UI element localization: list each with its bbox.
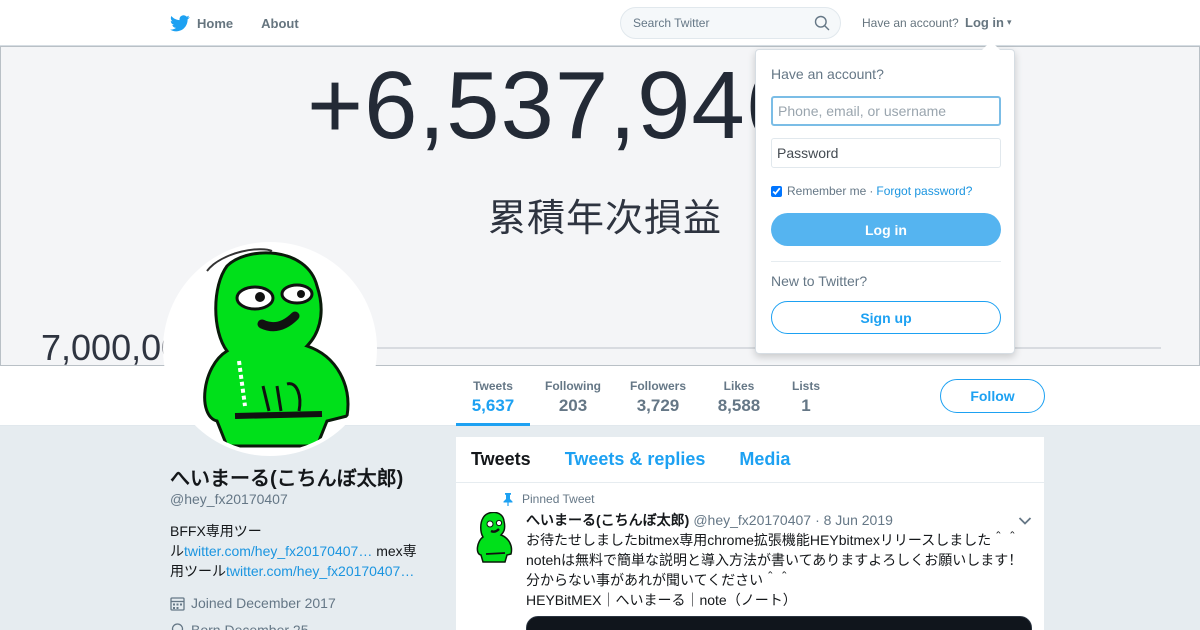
bio-link[interactable]: twitter.com/hey_fx20170407… bbox=[226, 563, 414, 579]
login-dropdown: Have an account? Remember me · Forgot pa… bbox=[755, 41, 1015, 354]
bio-text: BFFX専用ツー bbox=[170, 523, 262, 539]
green-character-avatar-image bbox=[167, 246, 373, 452]
remember-me-label[interactable]: Remember me bbox=[787, 184, 866, 198]
profile-handle[interactable]: @hey_fx20170407 bbox=[170, 491, 288, 507]
profile-avatar[interactable] bbox=[163, 242, 377, 456]
chevron-down-icon[interactable] bbox=[1018, 513, 1032, 531]
login-link-label: Log in bbox=[965, 15, 1004, 30]
password-input[interactable] bbox=[771, 138, 1001, 168]
search-box[interactable] bbox=[620, 7, 841, 39]
have-account-text: Have an account? bbox=[862, 16, 959, 30]
tweet-text: お待たせしましたbitmex専用chrome拡張機能HEYbitmexリリースし… bbox=[526, 530, 1029, 610]
stat-value: 203 bbox=[558, 396, 588, 415]
stat-label: Followers bbox=[629, 379, 686, 393]
caret-down-icon: ▾ bbox=[1007, 17, 1012, 27]
balloon-icon bbox=[171, 622, 184, 630]
pinned-text: Pinned Tweet bbox=[522, 492, 595, 506]
stat-value: 3,729 bbox=[636, 396, 680, 415]
forgot-password-link[interactable]: Forgot password? bbox=[876, 184, 972, 198]
tweet-line: notehは無料で簡単な説明と導入方法が書いてありますよろしくお願いします！ bbox=[526, 552, 1023, 568]
banner-axis-value: 7,000,00 bbox=[41, 327, 182, 366]
tweet-avatar[interactable] bbox=[471, 511, 515, 564]
stat-value: 8,588 bbox=[717, 396, 761, 415]
profile-display-name: へいまーる(こちんぼ太郎) bbox=[170, 468, 404, 490]
stat-value: 5,637 bbox=[471, 396, 515, 415]
stat-tweets[interactable]: Tweets 5,637 bbox=[456, 366, 530, 426]
top-navigation-bar: Home About Have an account? Log in ▾ bbox=[0, 0, 1200, 46]
login-dropdown-toggle[interactable]: Log in ▾ bbox=[965, 15, 1012, 30]
pinned-label: Pinned Tweet bbox=[503, 492, 595, 506]
bio-text: 用ツール bbox=[170, 563, 226, 579]
divider bbox=[771, 261, 1001, 262]
new-to-twitter-text: New to Twitter? bbox=[771, 273, 868, 289]
signup-button[interactable]: Sign up bbox=[771, 301, 1001, 334]
tab-media[interactable]: Media bbox=[739, 449, 790, 470]
separator: · bbox=[869, 184, 874, 198]
tweet-line: お待たせしましたbitmex専用chrome拡張機能HEYbitmexリリースし… bbox=[526, 532, 1020, 548]
search-input[interactable] bbox=[633, 16, 803, 30]
stat-label: Tweets bbox=[473, 379, 513, 393]
stat-label: Likes bbox=[723, 379, 755, 393]
tab-tweets-and-replies[interactable]: Tweets & replies bbox=[565, 449, 706, 470]
tweet-header: へいまーる(こちんぼ太郎) @hey_fx20170407 · 8 Jun 20… bbox=[526, 510, 1029, 530]
tweet-date[interactable]: · 8 Jun 2019 bbox=[815, 512, 893, 528]
username-input[interactable] bbox=[771, 96, 1001, 126]
born-text: Born December 25 bbox=[191, 622, 309, 630]
joined-text: Joined December 2017 bbox=[191, 595, 336, 611]
search-icon[interactable] bbox=[814, 15, 830, 31]
follow-button[interactable]: Follow bbox=[940, 379, 1045, 413]
nav-about[interactable]: About bbox=[261, 16, 299, 31]
calendar-icon bbox=[170, 596, 185, 611]
stat-followers[interactable]: Followers 3,729 bbox=[626, 366, 690, 426]
bio-text: ル bbox=[170, 543, 184, 559]
pin-icon bbox=[503, 492, 513, 506]
banner-subtitle: 累積年次損益 bbox=[488, 198, 723, 240]
stat-lists[interactable]: Lists 1 bbox=[788, 366, 824, 426]
pinned-tweet[interactable]: Pinned Tweet へいまーる(こちんぼ太郎) @hey_fx201704… bbox=[456, 483, 1044, 630]
profile-joined: Joined December 2017 bbox=[170, 595, 336, 611]
profile-bio: BFFX専用ツー ルtwitter.com/hey_fx20170407… me… bbox=[170, 521, 426, 581]
stat-label: Following bbox=[545, 379, 601, 393]
profile-born: Born December 25 bbox=[170, 622, 309, 630]
tweet-media-image[interactable] bbox=[526, 616, 1032, 630]
tweet-line: 分からない事があれが聞いてください＾＾ bbox=[526, 572, 792, 588]
stat-value: 1 bbox=[801, 396, 811, 415]
banner-big-number: +6,537,946 bbox=[307, 52, 801, 159]
timeline-tabs: Tweets Tweets & replies Media bbox=[456, 437, 1044, 483]
login-button[interactable]: Log in bbox=[771, 213, 1001, 246]
nav-left: Home About bbox=[170, 0, 327, 46]
remember-me-checkbox[interactable] bbox=[771, 185, 782, 197]
nav-about-label: About bbox=[261, 15, 299, 31]
nav-home[interactable]: Home bbox=[170, 14, 234, 32]
stat-following[interactable]: Following 203 bbox=[540, 366, 606, 426]
nav-home-label: Home bbox=[197, 15, 234, 31]
timeline: Tweets Tweets & replies Media Pinned Twe… bbox=[456, 437, 1044, 630]
stat-label: Lists bbox=[791, 379, 820, 393]
tweet-author-name[interactable]: へいまーる(こちんぼ太郎) bbox=[526, 510, 689, 530]
tab-tweets[interactable]: Tweets bbox=[471, 449, 531, 470]
bio-link[interactable]: twitter.com/hey_fx20170407… bbox=[184, 543, 372, 559]
stat-likes[interactable]: Likes 8,588 bbox=[712, 366, 766, 426]
bio-text: mex専 bbox=[372, 543, 417, 559]
twitter-bird-icon bbox=[170, 14, 190, 31]
remember-row: Remember me · Forgot password? bbox=[771, 184, 972, 198]
login-dropdown-title: Have an account? bbox=[771, 66, 884, 82]
tweet-line: HEYBitMEX｜へいまーる｜note（ノート） bbox=[526, 592, 797, 608]
tweet-author-handle[interactable]: @hey_fx20170407 bbox=[693, 512, 811, 528]
